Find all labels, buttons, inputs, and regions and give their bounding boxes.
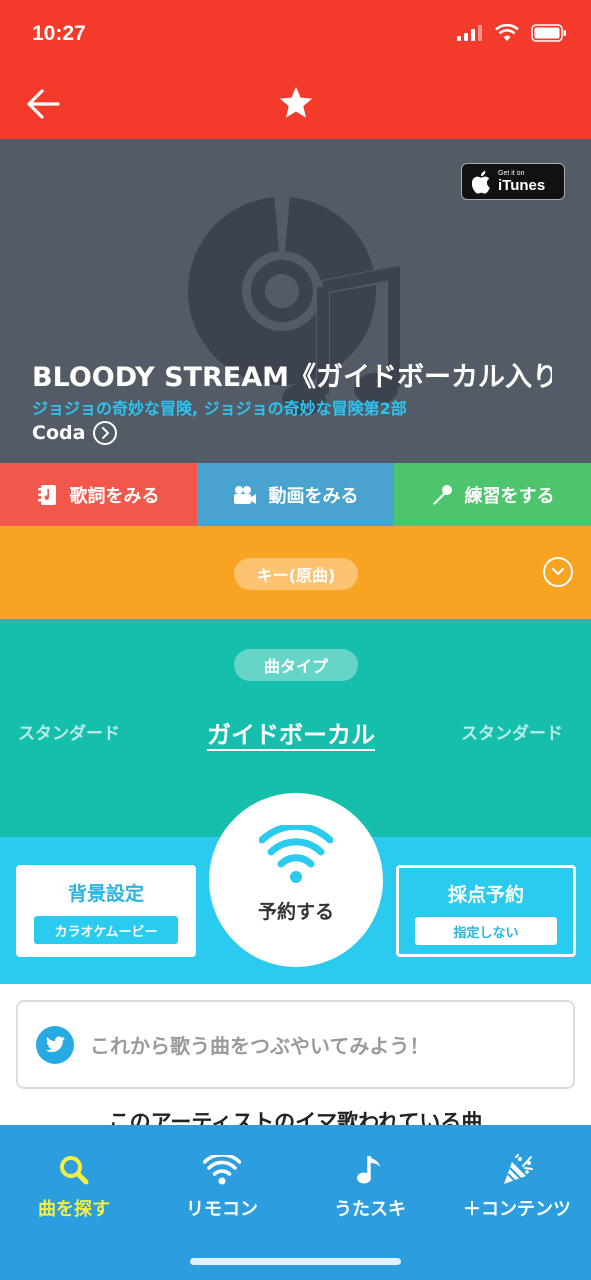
video-camera-icon: [233, 485, 256, 504]
lyrics-icon: [37, 484, 56, 505]
wifi-status-icon: [495, 24, 519, 41]
practice-button[interactable]: 練習をする: [394, 463, 591, 526]
party-popper-icon: [504, 1154, 533, 1184]
back-arrow-icon[interactable]: [24, 84, 64, 124]
song-type-option-right[interactable]: スタンダード: [461, 719, 563, 744]
music-note-icon: [357, 1156, 380, 1184]
song-tieup[interactable]: ジョジョの奇妙な冒険, ジョジョの奇妙な冒険第2部: [32, 395, 407, 419]
background-setting-button[interactable]: 背景設定 カラオケムービー: [16, 865, 196, 957]
view-lyrics-button[interactable]: 歌詞をみる: [0, 463, 197, 526]
view-video-label: 動画をみる: [268, 485, 359, 507]
tab-remote-label: リモコン: [186, 1199, 258, 1220]
score-reservation-label: 採点予約: [447, 884, 524, 906]
key-label: キー(原曲): [234, 558, 358, 590]
tab-search[interactable]: 曲を探す: [0, 1153, 148, 1221]
song-hero: Get it on iTunes BLOODY STREAM《ガイドボーカル入り…: [0, 139, 591, 463]
practice-label: 練習をする: [464, 485, 555, 507]
song-type-label: 曲タイプ: [234, 649, 358, 681]
artist-link[interactable]: Coda: [32, 421, 118, 445]
tab-utasuki-label: うたスキ: [334, 1199, 406, 1220]
reserve-label: 予約する: [257, 901, 334, 923]
tab-bar: 曲を探す リモコン うたスキ ＋コンテンツ: [0, 1125, 591, 1280]
song-actions: 歌詞をみる 動画をみる 練習をする: [0, 463, 591, 526]
song-title: BLOODY STREAM《ガイドボーカル入り》: [32, 362, 552, 393]
status-icons: [457, 24, 567, 42]
view-lyrics-label: 歌詞をみる: [69, 485, 160, 507]
top-bar: 10:27: [0, 0, 591, 139]
chevron-down-icon[interactable]: [543, 557, 573, 587]
background-setting-label: 背景設定: [67, 883, 144, 905]
home-indicator: [190, 1258, 401, 1265]
artist-name: Coda: [32, 422, 86, 444]
song-type-option-left[interactable]: スタンダード: [18, 719, 120, 744]
status-time: 10:27: [32, 22, 86, 45]
apple-icon: [472, 170, 490, 194]
score-reservation-button[interactable]: 採点予約 指定しない: [396, 865, 576, 957]
wifi-icon: [203, 1155, 241, 1185]
itunes-badge[interactable]: Get it on iTunes: [461, 163, 565, 200]
tab-contents[interactable]: ＋コンテンツ: [443, 1153, 591, 1221]
key-section: キー(原曲): [0, 526, 591, 619]
score-reservation-value: 指定しない: [415, 917, 557, 945]
tab-remote[interactable]: リモコン: [148, 1153, 296, 1221]
itunes-big-text: iTunes: [498, 176, 546, 194]
chevron-right-icon: [93, 421, 118, 445]
song-type-selected[interactable]: ガイドボーカル: [207, 715, 375, 750]
reserve-button[interactable]: 予約する: [209, 793, 383, 967]
battery-icon: [531, 24, 566, 42]
tab-utasuki[interactable]: うたスキ: [296, 1153, 444, 1221]
star-icon[interactable]: [277, 84, 315, 122]
wifi-icon: [259, 825, 333, 883]
microphone-icon: [432, 484, 452, 505]
twitter-icon: [36, 1025, 74, 1064]
view-video-button[interactable]: 動画をみる: [197, 463, 394, 526]
search-icon: [60, 1156, 89, 1185]
tweet-input[interactable]: これから歌う曲をつぶやいてみよう！: [16, 1000, 575, 1089]
tab-search-label: 曲を探す: [38, 1199, 110, 1220]
background-setting-value: カラオケムービー: [34, 916, 178, 944]
cellular-signal-icon: [457, 25, 482, 41]
tweet-placeholder: これから歌う曲をつぶやいてみよう！: [90, 1034, 430, 1058]
tab-contents-label: ＋コンテンツ: [463, 1199, 571, 1220]
